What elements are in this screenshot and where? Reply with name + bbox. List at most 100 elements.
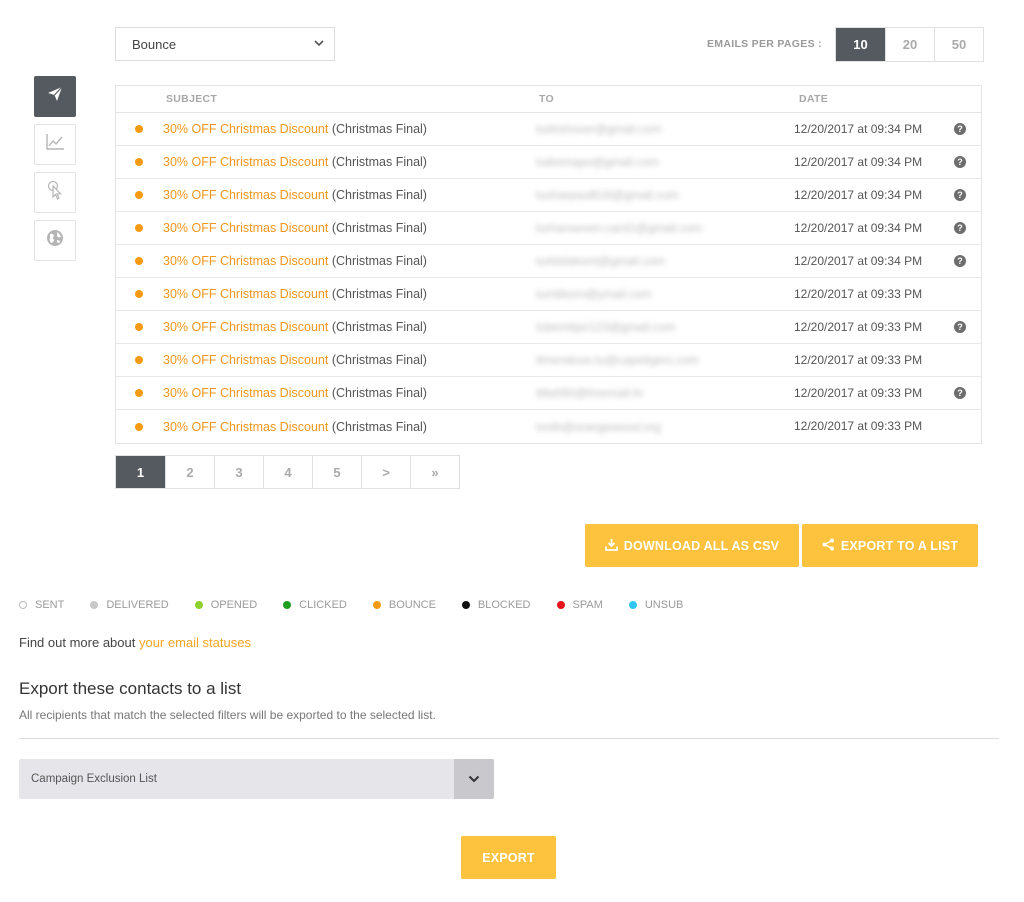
date-cell: 12/20/2017 at 09:34 PM [794, 121, 923, 136]
recipient-email: turkbilatomt@gmail.com [536, 254, 665, 268]
bounce-status-dot [135, 356, 143, 364]
table-row[interactable]: 30% OFF Christmas Discount (Christmas Fi… [116, 179, 981, 212]
page-button[interactable]: 5 [312, 456, 361, 488]
table-row[interactable]: 30% OFF Christmas Discount (Christmas Fi… [116, 245, 981, 278]
recipient-email: tubembjsr123@gmail.com [536, 320, 676, 334]
bounce-status-dot [135, 224, 143, 232]
status-dot-icon [194, 601, 203, 609]
table-row[interactable]: 30% OFF Christmas Discount (Christmas Fi… [116, 113, 981, 146]
date-cell: 12/20/2017 at 09:34 PM [794, 154, 923, 169]
help-icon[interactable]: ? [954, 222, 966, 234]
page-button[interactable]: 4 [263, 456, 312, 488]
subject-link[interactable]: 30% OFF Christmas Discount [163, 122, 328, 136]
legend-item: BOUNCE [372, 599, 436, 611]
bounce-status-dot [135, 290, 143, 298]
campaign-name: (Christmas Final) [331, 122, 427, 136]
page-button[interactable]: » [410, 456, 459, 488]
table-row[interactable]: 30% OFF Christmas Discount (Christmas Fi… [116, 344, 981, 377]
help-icon[interactable]: ? [954, 387, 966, 399]
subject-link[interactable]: 30% OFF Christmas Discount [163, 320, 328, 334]
legend-label: CLICKED [299, 599, 347, 611]
export-list-select[interactable]: Campaign Exclusion List [19, 759, 494, 799]
nav-send-button[interactable] [34, 76, 76, 117]
emails-per-page-label: EMAILS PER PAGES : [707, 38, 822, 50]
bounce-status-dot [135, 158, 143, 166]
download-icon [604, 538, 618, 554]
subject-link[interactable]: 30% OFF Christmas Discount [163, 155, 328, 169]
help-icon[interactable]: ? [954, 255, 966, 267]
legend-label: UNSUB [644, 599, 684, 611]
bounce-status-dot [135, 125, 143, 133]
recipient-email: turkishover@gmail.com [536, 122, 662, 136]
subject-link[interactable]: 30% OFF Christmas Discount [163, 353, 328, 367]
table-row[interactable]: 30% OFF Christmas Discount (Christmas Fi… [116, 311, 981, 344]
recipient-email: tnnlh@orangewood.org [536, 419, 661, 434]
subject-link[interactable]: 30% OFF Christmas Discount [163, 420, 328, 434]
legend-label: BOUNCE [388, 599, 436, 611]
recipient-email: ttlla560@freemail.hr [536, 386, 644, 400]
email-results-table: SUBJECT TO DATE 30% OFF Christmas Discou… [115, 85, 982, 444]
subject-link[interactable]: 30% OFF Christmas Discount [163, 188, 328, 202]
page-button[interactable]: 3 [214, 456, 263, 488]
share-icon [822, 538, 835, 554]
status-dot-icon [628, 601, 637, 609]
email-status-help-text: Find out more about your email statuses [19, 635, 251, 650]
download-csv-button[interactable]: DOWNLOAD ALL AS CSV [585, 524, 799, 567]
nav-stats-button[interactable] [34, 124, 76, 165]
table-body: 30% OFF Christmas Discount (Christmas Fi… [116, 113, 981, 443]
recipient-email: turhanseven.card1@gmail.com [536, 221, 703, 235]
column-header-subject[interactable]: SUBJECT [166, 93, 539, 105]
column-header-to[interactable]: TO [539, 93, 799, 105]
page-button[interactable]: > [361, 456, 410, 488]
chart-icon [45, 133, 65, 156]
help-icon[interactable]: ? [954, 321, 966, 333]
recipient-email: tusharpaul616@gmail.com [536, 188, 679, 202]
page-button[interactable]: 2 [165, 456, 214, 488]
date-cell: 12/20/2017 at 09:33 PM [794, 352, 923, 367]
bounce-status-dot [135, 389, 143, 397]
table-row[interactable]: 30% OFF Christmas Discount (Christmas Fi… [116, 410, 981, 443]
table-row[interactable]: 30% OFF Christmas Discount (Christmas Fi… [116, 212, 981, 245]
help-icon[interactable]: ? [954, 189, 966, 201]
legend-item: CLICKED [283, 599, 347, 611]
table-row[interactable]: 30% OFF Christmas Discount (Christmas Fi… [116, 377, 981, 410]
column-header-date[interactable]: DATE [799, 93, 949, 105]
subject-cell: 30% OFF Christmas Discount (Christmas Fi… [163, 221, 536, 235]
nav-clicks-button[interactable] [34, 172, 76, 213]
status-filter-select[interactable]: Bounce [115, 27, 335, 61]
per-page-option[interactable]: 10 [836, 28, 885, 61]
chevron-down-icon [314, 38, 324, 50]
table-row[interactable]: 30% OFF Christmas Discount (Christmas Fi… [116, 146, 981, 179]
date-cell: 12/20/2017 at 09:33 PM [794, 419, 923, 433]
legend-label: DELIVERED [106, 599, 169, 611]
page-button[interactable]: 1 [116, 456, 165, 488]
subject-link[interactable]: 30% OFF Christmas Discount [163, 386, 328, 400]
table-header: SUBJECT TO DATE [116, 86, 981, 113]
per-page-option[interactable]: 20 [885, 28, 934, 61]
export-to-list-button[interactable]: EXPORT TO A LIST [802, 524, 978, 567]
table-row[interactable]: 30% OFF Christmas Discount (Christmas Fi… [116, 278, 981, 311]
subject-link[interactable]: 30% OFF Christmas Discount [163, 254, 328, 268]
email-statuses-link[interactable]: your email statuses [139, 635, 251, 650]
nav-geo-button[interactable] [34, 220, 76, 261]
subject-cell: 30% OFF Christmas Discount (Christmas Fi… [163, 386, 536, 400]
status-filter-value: Bounce [132, 36, 177, 52]
emails-per-page-selector: 10 20 50 [835, 27, 984, 62]
globe-icon [45, 228, 65, 253]
bounce-status-dot [135, 191, 143, 199]
export-button[interactable]: EXPORT [461, 836, 556, 879]
date-cell: 12/20/2017 at 09:33 PM [794, 319, 923, 334]
recipient-email: tuibemapo@gmail.com [536, 155, 659, 169]
subject-link[interactable]: 30% OFF Christmas Discount [163, 221, 328, 235]
campaign-name: (Christmas Final) [331, 419, 427, 434]
status-dot-icon [372, 601, 381, 609]
help-icon[interactable]: ? [954, 156, 966, 168]
per-page-option[interactable]: 50 [934, 28, 983, 61]
chevron-down-icon[interactable] [454, 759, 494, 799]
help-icon[interactable]: ? [954, 123, 966, 135]
campaign-name: (Christmas Final) [331, 188, 427, 202]
legend-label: SENT [35, 599, 65, 611]
subject-cell: 30% OFF Christmas Discount (Christmas Fi… [163, 254, 536, 268]
bounce-status-dot [135, 422, 143, 431]
subject-link[interactable]: 30% OFF Christmas Discount [163, 287, 328, 301]
